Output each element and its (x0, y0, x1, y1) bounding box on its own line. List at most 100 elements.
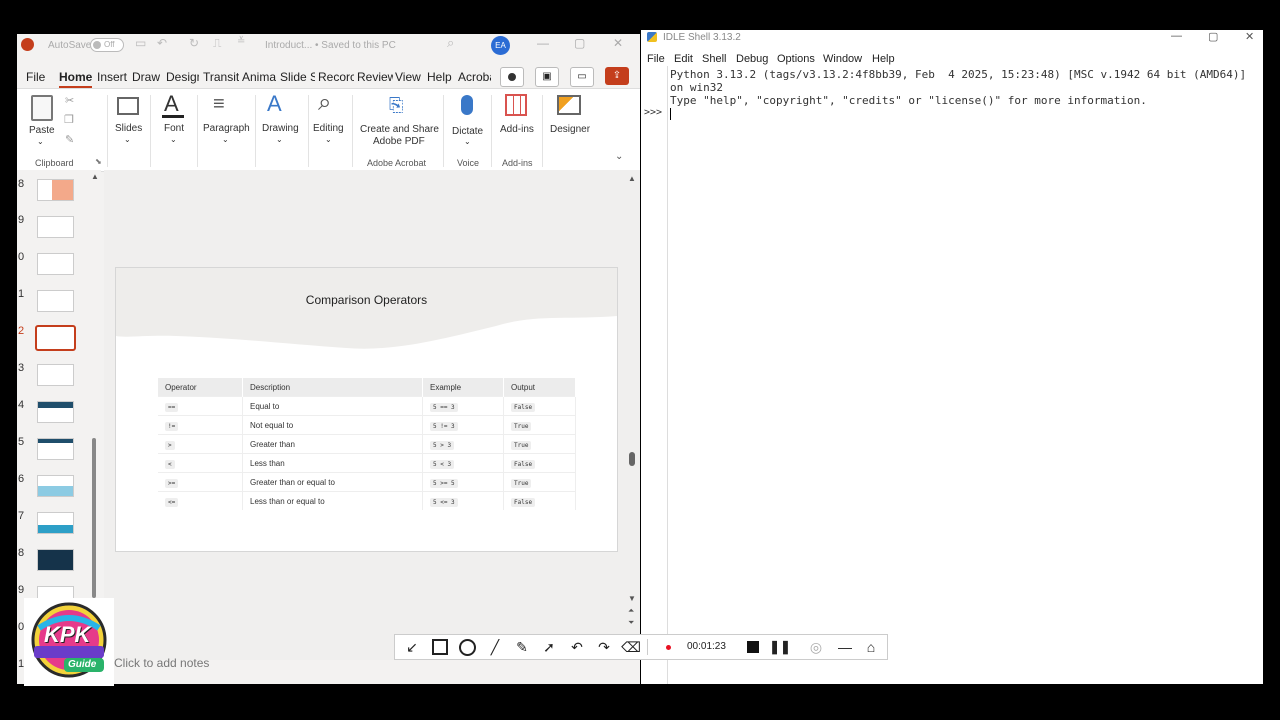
slides-button[interactable]: Slides (115, 123, 142, 134)
maximize-icon[interactable]: ▢ (574, 36, 585, 50)
addins-button[interactable]: Add-ins (500, 124, 534, 135)
slide-thumbnail[interactable] (37, 216, 74, 238)
ribbon-collapse-icon[interactable]: ⌄ (615, 151, 623, 162)
tab-file[interactable]: File (26, 70, 45, 84)
search-icon[interactable]: ⌕ (447, 35, 454, 51)
slide-thumbnail[interactable] (37, 475, 74, 497)
slide-thumbnail[interactable] (37, 179, 74, 201)
tab-record[interactable]: Recorc (318, 70, 354, 84)
tab-home[interactable]: Home (59, 70, 93, 88)
slide-thumbnail[interactable] (37, 364, 74, 386)
customize-icon[interactable]: ≚ (237, 36, 245, 47)
pointer-tool-icon[interactable]: ➚ (540, 638, 558, 656)
designer-icon[interactable] (557, 95, 581, 115)
thumbnails-scrollbar-thumb[interactable] (92, 438, 96, 598)
idle-menu-debug[interactable]: Debug (736, 53, 768, 65)
slide-thumbnail[interactable] (37, 401, 74, 423)
slide-thumbnail[interactable] (37, 438, 74, 460)
notes-placeholder[interactable]: Click to add notes (114, 656, 209, 670)
clear-drawing-icon[interactable]: ⌫ (621, 638, 641, 656)
tab-review[interactable]: Review (357, 70, 393, 84)
paste-dropdown-icon[interactable]: ⌄ (37, 137, 44, 146)
close-icon[interactable]: ✕ (613, 36, 623, 50)
idle-menu-shell[interactable]: Shell (702, 53, 726, 65)
line-tool-icon[interactable]: ╱ (486, 638, 504, 656)
shell-input-area[interactable] (669, 107, 1259, 677)
paragraph-icon[interactable]: ≡ (213, 93, 225, 116)
slide-thumbnail-selected[interactable] (35, 325, 76, 351)
tab-animations[interactable]: Anima (242, 70, 276, 84)
minimize-toolbar-icon[interactable]: — (836, 638, 854, 656)
save-icon[interactable]: ▭ (135, 36, 146, 50)
stop-recording-icon[interactable] (744, 638, 762, 656)
canvas-scroll-up-icon[interactable]: ▲ (628, 174, 636, 183)
font-dropdown-icon[interactable]: ⌄ (170, 135, 177, 144)
editing-search-icon[interactable]: ⌕ (318, 89, 331, 117)
pause-recording-icon[interactable]: ❚❚ (769, 638, 791, 656)
dictate-button[interactable]: Dictate (452, 126, 483, 137)
pen-tool-icon[interactable]: ✎ (513, 638, 531, 656)
tab-design[interactable]: Design (166, 70, 199, 84)
idle-menu-options[interactable]: Options (777, 53, 815, 65)
idle-menu-edit[interactable]: Edit (674, 53, 693, 65)
comments-button[interactable]: ▭ (570, 67, 594, 87)
addins-icon[interactable] (505, 94, 527, 116)
slide-thumbnail[interactable] (37, 253, 74, 275)
idle-maximize-icon[interactable]: ▢ (1208, 30, 1218, 43)
tab-transitions[interactable]: Transit (203, 70, 239, 84)
current-slide[interactable]: Comparison Operators Operator Descriptio… (115, 267, 618, 552)
idle-close-icon[interactable]: ✕ (1245, 30, 1254, 43)
paragraph-button[interactable]: Paragraph (203, 123, 250, 134)
dialog-launcher-icon[interactable]: ⬊ (95, 157, 102, 166)
undo-icon[interactable]: ↶ (157, 36, 167, 50)
editing-dropdown-icon[interactable]: ⌄ (325, 135, 332, 144)
redo-tool-icon[interactable]: ↷ (595, 638, 613, 656)
format-painter-icon[interactable]: ✎ (65, 133, 74, 146)
drawing-dropdown-icon[interactable]: ⌄ (276, 135, 283, 144)
paragraph-dropdown-icon[interactable]: ⌄ (222, 135, 229, 144)
circle-tool-icon[interactable] (458, 638, 476, 656)
redo-icon[interactable]: ↻ (189, 36, 199, 50)
slides-dropdown-icon[interactable]: ⌄ (124, 135, 131, 144)
present-icon[interactable]: ⎍ (213, 36, 221, 51)
idle-menu-window[interactable]: Window (823, 53, 862, 65)
microphone-icon[interactable] (461, 95, 473, 115)
tab-slideshow[interactable]: Slide S (280, 70, 315, 84)
tab-draw[interactable]: Draw (132, 70, 160, 84)
webcam-icon[interactable]: ◎ (807, 638, 825, 656)
home-icon[interactable]: ⌂ (862, 638, 880, 656)
slide-thumbnail[interactable] (37, 512, 74, 534)
font-button[interactable]: Font (164, 123, 184, 134)
slide-thumbnail[interactable] (37, 290, 74, 312)
canvas-scrollbar-thumb[interactable] (629, 452, 635, 466)
scroll-up-arrow-icon[interactable]: ▲ (91, 172, 99, 181)
create-share-pdf-button[interactable]: Create and Share (360, 124, 439, 135)
share-button[interactable]: ⇪ (605, 67, 629, 85)
avatar[interactable]: EA (491, 36, 510, 55)
idle-menu-file[interactable]: File (647, 53, 665, 65)
undo-tool-icon[interactable]: ↶ (568, 638, 586, 656)
copy-icon[interactable]: ❐ (64, 113, 74, 126)
idle-minimize-icon[interactable]: — (1171, 30, 1182, 42)
font-color-icon[interactable]: A (164, 91, 179, 117)
record-button[interactable] (500, 67, 524, 87)
cut-icon[interactable]: ✂ (65, 94, 74, 107)
adobe-pdf-icon[interactable]: ⎘ (389, 95, 403, 116)
rectangle-tool-icon[interactable] (431, 638, 449, 656)
drawing-icon[interactable]: A (267, 91, 282, 117)
teams-button[interactable]: ▣ (535, 67, 559, 87)
tab-insert[interactable]: Insert (97, 70, 127, 84)
slide-thumbnail[interactable] (37, 549, 74, 571)
minimize-icon[interactable]: — (537, 36, 549, 50)
designer-button[interactable]: Designer (550, 124, 590, 135)
drawing-button[interactable]: Drawing (262, 123, 299, 134)
tab-view[interactable]: View (395, 70, 421, 84)
editing-button[interactable]: Editing (313, 123, 344, 134)
arrow-tool-icon[interactable]: ↙ (403, 638, 421, 656)
paste-button[interactable]: Paste (29, 125, 55, 136)
idle-menu-help[interactable]: Help (872, 53, 895, 65)
tab-acrobat[interactable]: Acroba (458, 70, 491, 84)
paste-icon[interactable] (31, 95, 53, 121)
dictate-dropdown-icon[interactable]: ⌄ (464, 137, 471, 146)
tab-help[interactable]: Help (427, 70, 452, 84)
